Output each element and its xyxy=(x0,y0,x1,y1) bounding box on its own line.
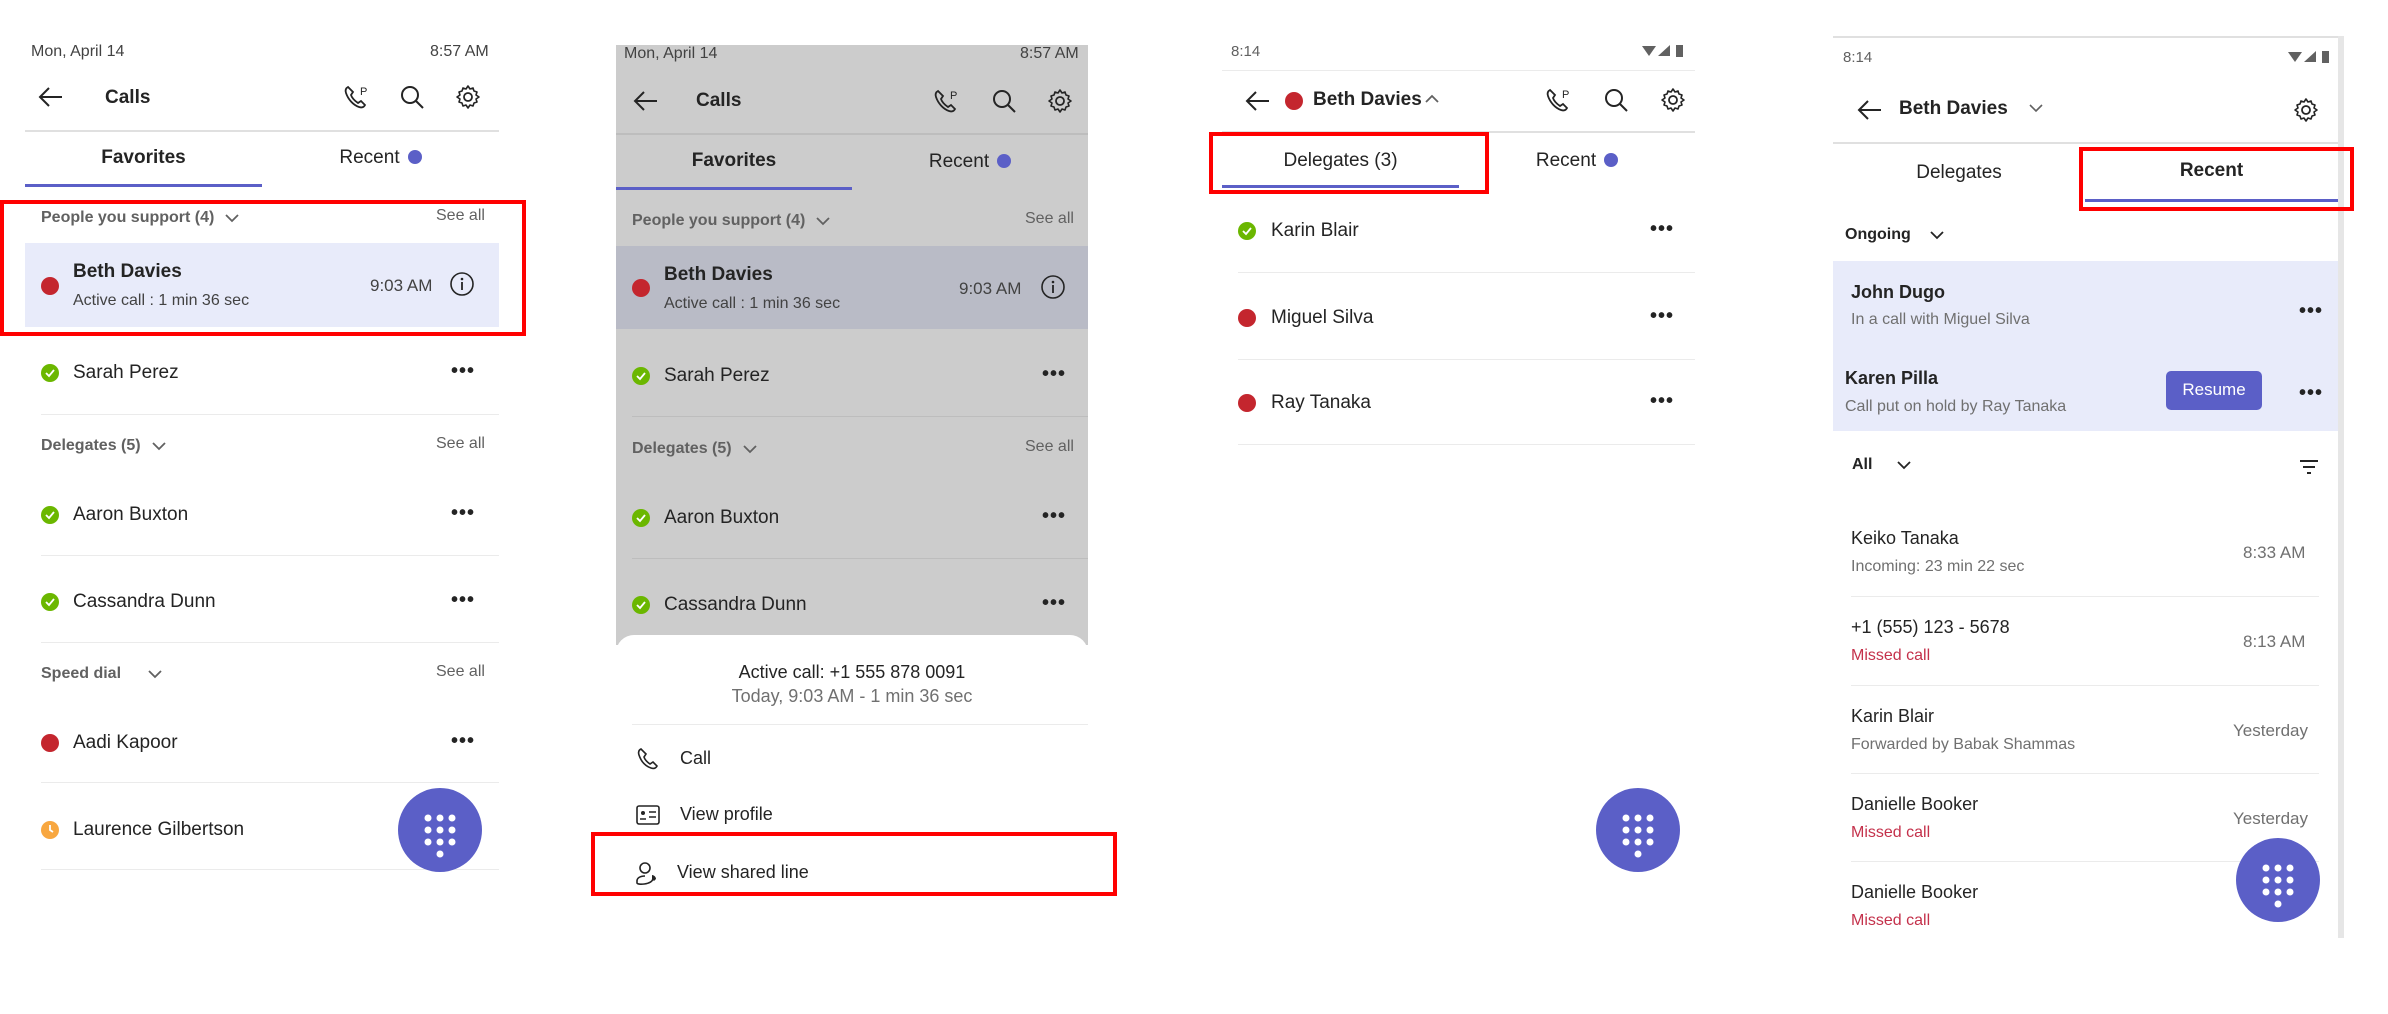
section-title: Ongoing xyxy=(1845,226,1911,243)
annotation-highlight-box xyxy=(2079,147,2354,211)
contact-name: John Dugo xyxy=(1851,282,1945,302)
call-status: Missed call xyxy=(1851,912,1931,929)
call-status: Incoming: 23 min 22 sec xyxy=(1851,558,2025,575)
resume-button[interactable]: Resume xyxy=(2166,371,2262,410)
tab-delegates-label: Delegates xyxy=(1916,162,2002,183)
filter-label: All xyxy=(1852,456,1873,473)
contact-name: Keiko Tanaka xyxy=(1851,528,1959,548)
more-options-icon[interactable]: ••• xyxy=(2299,383,2323,403)
filter-all-dropdown[interactable]: All xyxy=(1852,456,1912,474)
divider xyxy=(1851,685,2319,686)
status-time: 8:14 xyxy=(1843,49,1873,66)
header-title[interactable]: Beth Davies xyxy=(1899,98,2008,120)
call-status: Call put on hold by Ray Tanaka xyxy=(1845,398,2067,415)
contact-name: +1 (555) 123 - 5678 xyxy=(1851,617,2010,637)
top-edge xyxy=(1833,36,2338,38)
call-status: Missed call xyxy=(1851,824,1931,841)
gear-icon[interactable] xyxy=(2293,97,2319,123)
chevron-down-icon xyxy=(1930,231,1944,240)
divider xyxy=(1851,773,2319,774)
filter-icon[interactable] xyxy=(2299,459,2319,475)
section-ongoing[interactable]: Ongoing xyxy=(1845,226,1945,244)
chevron-down-icon xyxy=(1897,461,1912,470)
dialpad-button[interactable] xyxy=(2236,838,2320,922)
header-divider xyxy=(1833,142,2338,144)
panel-shared-line-recent: 8:14 Beth Davies Delegates Recent Ongoin… xyxy=(0,0,2388,1014)
ongoing-calls-panel: John Dugo In a call with Miguel Silva ••… xyxy=(1833,261,2338,431)
tab-delegates[interactable]: Delegates xyxy=(1833,162,2085,184)
call-time: Yesterday xyxy=(2233,809,2308,828)
call-status: Forwarded by Babak Shammas xyxy=(1851,736,2076,753)
contact-name: Karin Blair xyxy=(1851,706,1935,726)
call-time: Yesterday xyxy=(2233,721,2308,740)
call-status: In a call with Miguel Silva xyxy=(1851,311,2030,328)
contact-name: Danielle Booker xyxy=(1851,882,1979,902)
call-time: 8:33 AM xyxy=(2243,543,2306,562)
signal-battery-icon xyxy=(2288,50,2334,64)
back-arrow-icon[interactable] xyxy=(1857,99,1883,121)
dialpad-icon xyxy=(2262,864,2294,908)
chevron-down-icon[interactable] xyxy=(2028,103,2044,113)
call-status: Missed call xyxy=(1851,647,1931,664)
contact-name: Danielle Booker xyxy=(1851,794,1979,814)
contact-name: Karen Pilla xyxy=(1845,368,1939,388)
call-time: 8:13 AM xyxy=(2243,632,2306,651)
divider xyxy=(1851,596,2319,597)
more-options-icon[interactable]: ••• xyxy=(2299,301,2323,321)
